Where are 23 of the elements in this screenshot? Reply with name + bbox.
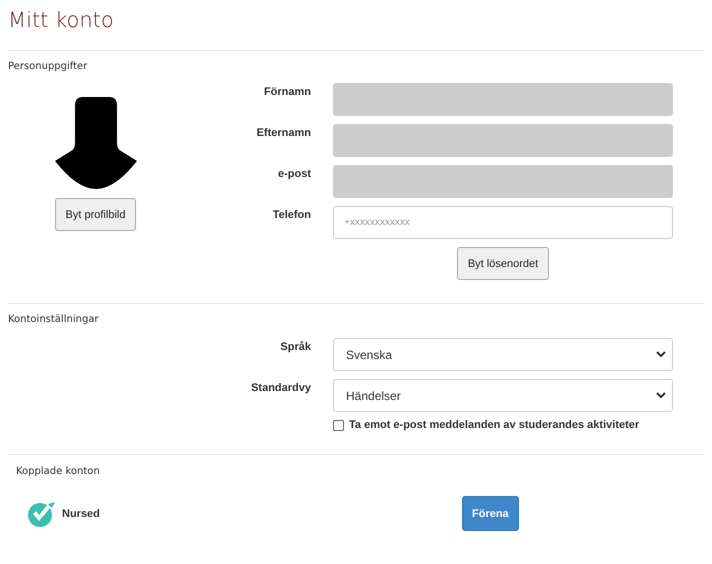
- connect-button[interactable]: Förena: [462, 496, 519, 531]
- dropdown[interactable]: Händelser: [333, 379, 673, 412]
- section-heading: Personuppgifter: [8, 60, 88, 74]
- avatar-icon: [54, 97, 136, 189]
- change-picture-button[interactable]: Byt profilbild: [54, 198, 136, 231]
- field-label: e-post: [277, 167, 311, 182]
- section-heading: Kontoinställningar: [8, 313, 100, 327]
- section-heading: Kopplade konton: [15, 465, 101, 479]
- page-title: Mitt konto: [8, 7, 115, 34]
- check-logo-icon: [28, 500, 56, 528]
- chevron-down-icon: [656, 392, 666, 399]
- input-field[interactable]: +xxxxxxxxxxxx: [333, 206, 673, 239]
- field-label: Efternamn: [256, 126, 311, 141]
- field-label: Språk: [279, 340, 311, 355]
- change-password-button[interactable]: Byt lösenordet: [456, 247, 550, 280]
- checkbox[interactable]: [333, 420, 344, 430]
- checkbox-label: Ta emot e-post meddelanden av studerandes aktiviteter: [349, 419, 640, 431]
- dropdown[interactable]: Svenska: [333, 338, 673, 371]
- field-label: Förnamn: [262, 85, 311, 100]
- chevron-down-icon: [656, 351, 666, 358]
- field-label: Telefon: [272, 208, 311, 223]
- field-label: Standardvy: [250, 381, 311, 396]
- account-name: Nursed: [62, 508, 101, 520]
